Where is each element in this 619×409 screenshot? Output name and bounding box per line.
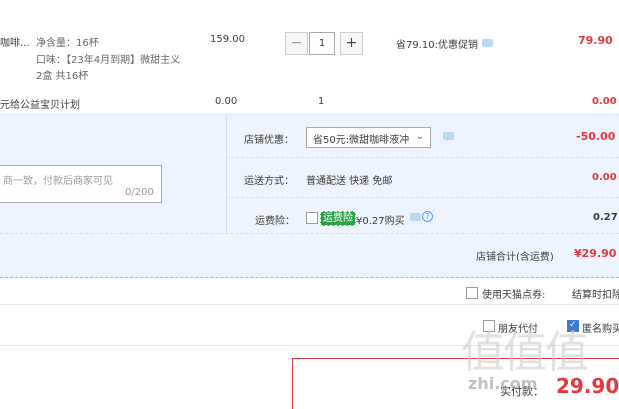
tmall-points-checkbox[interactable]: [466, 287, 478, 299]
charity-qty: 1: [318, 96, 325, 107]
qty-increase-button[interactable]: +: [340, 32, 363, 55]
shop-discount-select[interactable]: 省50元:微甜咖啡液冲 ⌄: [306, 127, 431, 148]
item-subtotal: 79.90: [578, 34, 613, 47]
shop-discount-label: 店铺优惠：: [244, 135, 294, 146]
qty-input[interactable]: 1: [309, 32, 335, 55]
item-spec-pack: 2盒 共16杯: [36, 71, 89, 82]
charity-price: 0.00: [215, 96, 238, 107]
shop-discount-amount: -50.00: [576, 130, 616, 143]
charity-label: 元给公益宝贝计划: [0, 100, 80, 111]
chat-icon[interactable]: [410, 213, 421, 222]
watermark-logo: 值值值: [461, 327, 589, 378]
item-promo-text: 省79.10:优惠促销: [396, 40, 478, 51]
insurance-tag: 运费险: [320, 211, 356, 226]
chat-icon[interactable]: [482, 39, 493, 48]
buyer-message-input[interactable]: 商一致，付款后商家可见 0/200: [0, 165, 162, 203]
insurance-price: ¥0.27购买: [356, 216, 405, 227]
row-divider: [0, 233, 619, 234]
panel-divider: [226, 115, 227, 233]
item-spec-flavor: 口味：【23年4月到期】微甜主义: [36, 55, 181, 66]
shop-total-amount: ¥29.90: [574, 247, 617, 260]
settle-deduct-text: 结算时扣除: [572, 290, 619, 301]
charity-subtotal: 0.00: [592, 96, 617, 107]
shop-discount-selected: 省50元:微甜咖啡液冲: [313, 135, 410, 146]
watermark-site: zhi.com: [468, 374, 538, 393]
shipping-label: 运送方式：: [244, 176, 294, 187]
insurance-checkbox[interactable]: [306, 212, 318, 224]
item-name[interactable]: 咖啡...: [0, 34, 30, 49]
shipping-method: 普通配送 快递 免邮: [306, 176, 393, 187]
row-divider: [226, 197, 619, 198]
chevron-down-icon: ⌄: [415, 131, 424, 142]
item-unit-price: 159.00: [210, 34, 245, 45]
message-char-count: 0/200: [125, 187, 154, 198]
insurance-label: 运费险：: [255, 216, 295, 227]
help-icon[interactable]: ?: [422, 211, 433, 222]
chat-icon[interactable]: [443, 132, 454, 141]
qty-decrease-button[interactable]: −: [285, 32, 308, 55]
row-divider: [226, 157, 619, 158]
message-placeholder: 商一致，付款后商家可见: [3, 176, 113, 187]
tmall-points-label: 使用天猫点券:: [482, 290, 546, 301]
shop-total-label: 店铺合计(含运费): [476, 252, 554, 263]
shipping-amount: 0.00: [592, 172, 617, 183]
anonymous-label: 匿名购买: [582, 324, 619, 335]
insurance-amount: 0.27: [593, 212, 618, 223]
item-spec-volume: 净含量：16杯: [36, 38, 99, 49]
section-divider: [0, 304, 619, 305]
